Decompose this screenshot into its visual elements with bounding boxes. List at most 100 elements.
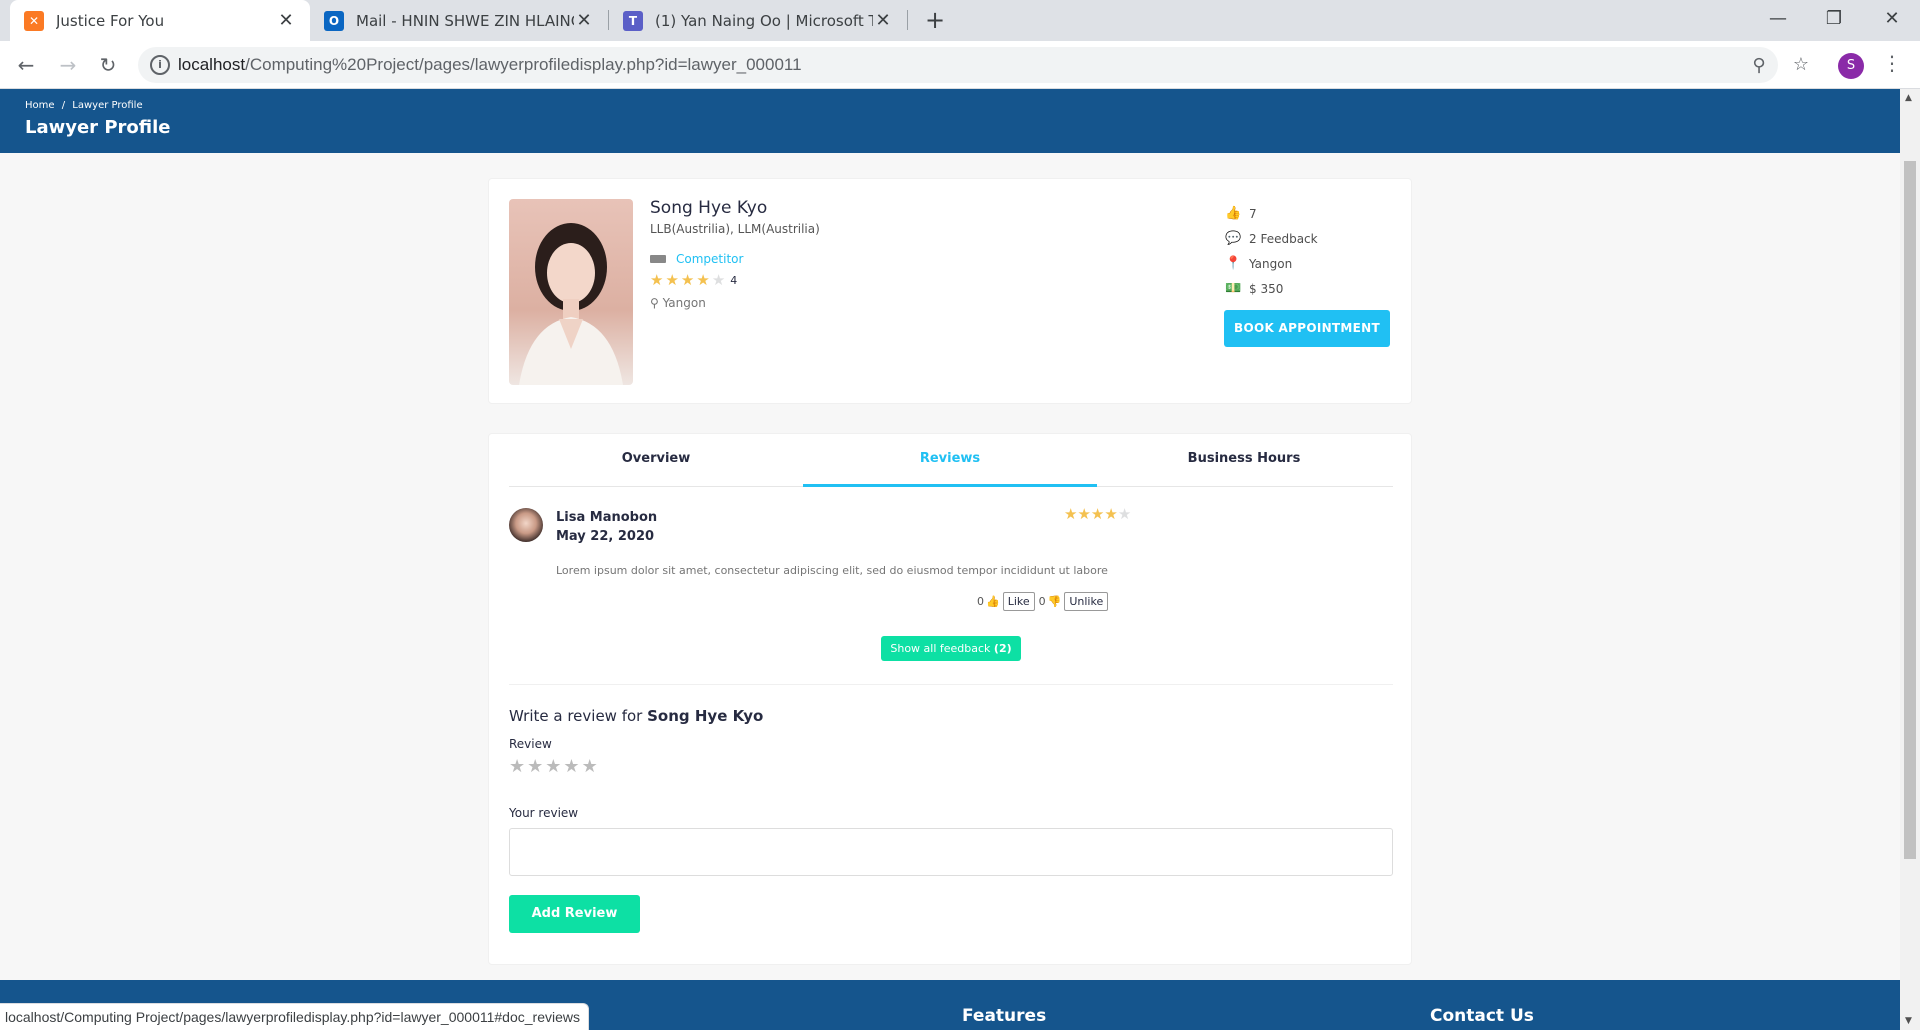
star-empty-icon: ★ [711,271,726,289]
book-appointment-button[interactable]: BOOK APPOINTMENT [1224,310,1390,347]
lawyer-location: ⚲ Yangon [650,296,706,310]
page-scrollbar[interactable]: ▲ ▼ [1900,89,1920,1030]
scrollbar-thumb[interactable] [1904,161,1916,859]
comment-icon: 💬 [1225,231,1242,246]
stat-location-text: Yangon [1249,256,1293,271]
star-rating-4-icon[interactable]: ★ [563,758,579,776]
your-review-label: Your review [509,806,579,820]
thumbs-up-icon: 👍 [1225,206,1242,221]
breadcrumb-current: Lawyer Profile [72,100,143,111]
minimize-button[interactable]: — [1750,0,1806,41]
stat-likes: 👍 7 [1225,201,1318,226]
money-icon: 💵 [1225,281,1242,296]
star-filled-icon: ★ [1077,505,1091,523]
star-rating-3-icon[interactable]: ★ [545,758,561,776]
profile-avatar[interactable]: S [1838,53,1864,79]
lawyer-stats: 👍 7 💬 2 Feedback 📍 Yangon 💵 $ 350 [1225,201,1318,301]
address-bar[interactable]: i localhost/Computing%20Project/pages/la… [138,47,1778,83]
divider [509,684,1393,685]
url-text[interactable]: localhost/Computing%20Project/pages/lawy… [178,55,802,75]
footer-contact-heading: Contact Us [1430,1006,1534,1026]
restore-button[interactable]: ❐ [1806,0,1862,41]
star-filled-icon: ★ [650,271,664,289]
stat-location: 📍 Yangon [1225,251,1318,276]
url-path: /Computing%20Project/pages/lawyerprofile… [245,55,802,74]
browser-tab-strip: ✕ Justice For You ✕ O Mail - HNIN SHWE Z… [0,0,1920,41]
lawyer-photo [509,199,633,385]
outlook-icon: O [324,10,344,31]
breadcrumb-separator: / [61,100,66,111]
tab-title: (1) Yan Naing Oo | Microsoft Tea [655,11,873,30]
rating-input[interactable]: ★ ★ ★ ★ ★ [509,758,600,776]
breadcrumb: Home / Lawyer Profile [25,100,147,111]
lawyer-name: Song Hye Kyo [650,198,768,218]
lawyer-specialty[interactable]: Competitor [650,252,743,266]
review-rating-label: Review [509,737,552,751]
reload-icon[interactable]: ↻ [92,49,124,81]
unlike-count: 0 [1038,595,1046,608]
lawyer-rating: ★ ★ ★ ★ ★ 4 [650,273,737,288]
like-label: Like [1007,595,1030,608]
close-tab-icon[interactable]: ✕ [276,10,296,31]
show-all-label: Show all feedback [890,642,991,655]
star-rating-2-icon[interactable]: ★ [527,758,543,776]
map-marker-icon: 📍 [1225,256,1242,271]
page-viewport: Home / Lawyer Profile Lawyer Profile Son… [0,89,1900,1030]
write-review-title: Write a review for Song Hye Kyo [509,707,763,725]
star-rating-5-icon[interactable]: ★ [582,758,598,776]
page-title: Lawyer Profile [25,117,171,138]
browser-toolbar: ← → ↻ i localhost/Computing%20Project/pa… [0,41,1920,89]
show-all-feedback-button[interactable]: Show all feedback (2) [881,636,1021,661]
scroll-up-icon[interactable]: ▲ [1905,93,1912,103]
new-tab-button[interactable]: + [920,6,950,36]
stat-fee: 💵 $ 350 [1225,276,1318,301]
fee-text: $ 350 [1249,281,1284,296]
review-reactions: 0 👍 Like 0 👎 Unlike [977,592,1112,611]
star-rating-1-icon[interactable]: ★ [509,758,525,776]
site-info-icon[interactable]: i [150,55,170,75]
specialty-label[interactable]: Competitor [676,252,743,266]
star-filled-icon: ★ [1090,505,1105,523]
lawyer-details-card: Overview Reviews Business Hours Lisa Man… [488,433,1412,965]
close-tab-icon[interactable]: ✕ [574,10,594,31]
review-textarea[interactable] [509,828,1393,876]
star-filled-icon: ★ [696,271,710,289]
reviewer-name: Lisa Manobon [556,510,658,525]
browser-menu-icon[interactable]: ⋮ [1882,51,1902,79]
like-count: 0 [977,595,984,608]
thumbs-down-icon: 👎 [1047,595,1062,608]
review-date: May 22, 2020 [556,529,655,544]
write-review-lawyer-name: Song Hye Kyo [647,707,764,725]
unlike-button[interactable]: Unlike [1064,592,1109,611]
thumbs-up-icon: 👍 [986,595,1000,608]
link-status-bar: localhost/Computing Project/pages/lawyer… [0,1003,589,1030]
back-icon[interactable]: ← [10,49,42,81]
tab-overview[interactable]: Overview [509,434,803,487]
tab-reviews[interactable]: Reviews [803,434,1097,487]
browser-tab-teams[interactable]: T (1) Yan Naing Oo | Microsoft Tea ✕ [609,0,907,41]
browser-tab-mail[interactable]: O Mail - HNIN SHWE ZIN HLAING - ✕ [310,0,608,41]
tab-separator [907,10,908,30]
star-filled-icon: ★ [680,271,695,289]
map-pin-icon: ⚲ [650,296,659,310]
star-filled-icon: ★ [1104,505,1118,523]
tab-title: Mail - HNIN SHWE ZIN HLAING - [356,11,574,30]
tab-business-hours[interactable]: Business Hours [1097,434,1391,487]
add-review-button[interactable]: Add Review [509,895,640,933]
breadcrumb-home[interactable]: Home [25,100,55,111]
forward-icon[interactable]: → [52,49,84,81]
unlike-label: Unlike [1069,595,1104,608]
zoom-icon[interactable]: ⚲ [1748,55,1770,77]
details-tabs: Overview Reviews Business Hours [509,434,1393,487]
stat-feedback: 💬 2 Feedback [1225,226,1318,251]
scroll-down-icon[interactable]: ▼ [1905,1016,1912,1026]
reviewer-avatar [509,508,543,542]
xampp-icon: ✕ [24,10,44,31]
star-filled-icon: ★ [1064,505,1078,523]
browser-tab-justice[interactable]: ✕ Justice For You ✕ [10,0,310,41]
like-button[interactable]: Like [1002,592,1035,611]
bookmark-star-icon[interactable]: ☆ [1790,54,1812,76]
close-window-button[interactable]: ✕ [1864,0,1920,41]
lawyer-photo-illustration [519,223,623,385]
close-tab-icon[interactable]: ✕ [873,10,893,31]
